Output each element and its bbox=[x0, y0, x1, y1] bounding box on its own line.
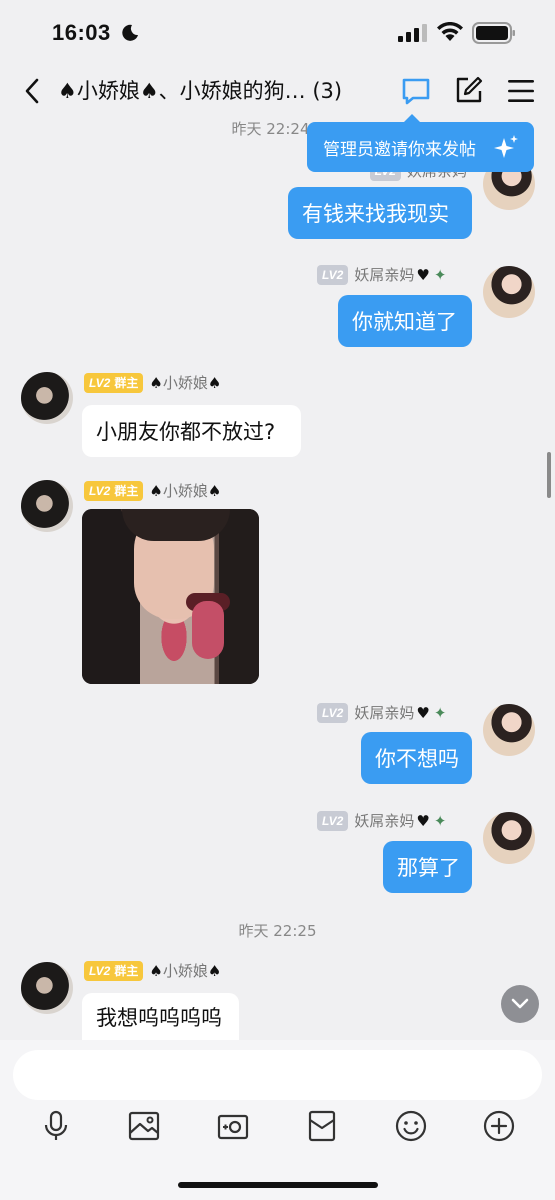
emoji-icon bbox=[395, 1110, 427, 1142]
level-badge: LV2 bbox=[317, 264, 349, 285]
message-bubble[interactable]: 你就知道了 bbox=[338, 295, 472, 347]
sender-line: LV2 妖屌亲妈 ♥ ✦ bbox=[317, 264, 446, 285]
black-heart-icon: ♥ bbox=[416, 265, 430, 284]
sender-line: LV2 群主 ♠ 小娇娘 ♠ bbox=[84, 480, 221, 501]
sender-line: LV2 群主 ♠ 小娇娘 ♠ bbox=[84, 372, 221, 393]
black-heart-icon: ♥ bbox=[416, 703, 430, 722]
timestamp: 昨天 22:25 bbox=[238, 922, 317, 940]
spade-icon: ♠ bbox=[207, 373, 222, 392]
photo-button[interactable] bbox=[126, 1108, 162, 1144]
wifi-icon bbox=[437, 22, 463, 41]
red-packet-icon bbox=[308, 1110, 336, 1142]
camera-icon bbox=[217, 1114, 249, 1140]
status-bar: 16:03 bbox=[0, 0, 555, 64]
image-icon bbox=[128, 1111, 160, 1141]
back-button[interactable] bbox=[18, 76, 46, 106]
avatar[interactable] bbox=[483, 266, 535, 318]
level-badge: LV2 bbox=[317, 810, 349, 831]
owner-badge: LV2 群主 bbox=[84, 372, 144, 393]
voice-button[interactable] bbox=[38, 1108, 74, 1144]
chevron-left-icon bbox=[25, 78, 39, 104]
photo-shape bbox=[122, 509, 230, 541]
spade-icon: ♠ bbox=[207, 481, 222, 500]
black-heart-icon: ♥ bbox=[416, 811, 430, 830]
avatar[interactable] bbox=[483, 812, 535, 864]
battery-icon bbox=[472, 22, 515, 44]
spade-icon: ♠ bbox=[149, 373, 163, 392]
moon-icon bbox=[122, 24, 138, 41]
plus-icon bbox=[483, 1110, 515, 1142]
edit-icon[interactable] bbox=[454, 75, 484, 105]
owner-badge: LV2 群主 bbox=[84, 960, 144, 981]
owner-badge: LV2 群主 bbox=[84, 480, 144, 501]
level-badge: LV2 bbox=[317, 702, 349, 723]
tooltip-text: 管理员邀请你来发帖 bbox=[323, 139, 476, 160]
message-input[interactable] bbox=[13, 1050, 542, 1100]
signal-icon bbox=[398, 24, 427, 42]
microphone-icon bbox=[44, 1110, 68, 1140]
status-time: 16:03 bbox=[52, 20, 111, 45]
spade-icon: ♠ bbox=[207, 961, 222, 980]
sender-line: LV2 妖屌亲妈 ♥ ✦ bbox=[317, 810, 446, 831]
chat-title[interactable]: ♠小娇娘♠、小娇娘的狗… (3) bbox=[58, 76, 378, 106]
avatar[interactable] bbox=[21, 480, 73, 532]
message-bubble[interactable]: 那算了 bbox=[383, 841, 472, 893]
photo-shape bbox=[192, 601, 224, 659]
avatar[interactable] bbox=[21, 372, 73, 424]
menu-icon[interactable] bbox=[507, 78, 535, 104]
dragon-icon: ✦ bbox=[433, 811, 447, 830]
nav-bar: ♠小娇娘♠、小娇娘的狗… (3) bbox=[0, 64, 555, 118]
red-packet-button[interactable] bbox=[304, 1108, 340, 1144]
photo-shape bbox=[82, 509, 140, 684]
sparkle-icon bbox=[494, 135, 518, 158]
spade-icon: ♠ bbox=[149, 481, 163, 500]
dragon-icon: ✦ bbox=[433, 703, 447, 722]
spade-icon: ♠ bbox=[149, 961, 163, 980]
image-message[interactable] bbox=[82, 509, 259, 684]
message-bubble[interactable]: 你不想吗 bbox=[361, 732, 472, 784]
avatar[interactable] bbox=[483, 704, 535, 756]
scrollbar[interactable] bbox=[547, 452, 551, 498]
input-area bbox=[0, 1040, 555, 1200]
scroll-to-bottom-button[interactable] bbox=[501, 985, 539, 1023]
chat-bubble-icon[interactable] bbox=[400, 75, 432, 107]
message-bubble[interactable]: 我想呜呜呜呜 bbox=[82, 993, 239, 1040]
sender-line: LV2 妖屌亲妈 ♥ ✦ bbox=[317, 702, 446, 723]
message-bubble[interactable]: 有钱来找我现实 bbox=[288, 187, 472, 239]
message-bubble[interactable]: 小朋友你都不放过? bbox=[82, 405, 301, 457]
home-indicator bbox=[178, 1182, 378, 1188]
admin-invite-tooltip[interactable]: 管理员邀请你来发帖 bbox=[307, 122, 534, 172]
sender-line: LV2 群主 ♠ 小娇娘 ♠ bbox=[84, 960, 221, 981]
emoji-button[interactable] bbox=[393, 1108, 429, 1144]
chevron-down-icon bbox=[511, 998, 529, 1009]
camera-button[interactable] bbox=[215, 1108, 251, 1144]
avatar[interactable] bbox=[21, 962, 73, 1014]
more-button[interactable] bbox=[481, 1108, 517, 1144]
dragon-icon: ✦ bbox=[433, 265, 447, 284]
